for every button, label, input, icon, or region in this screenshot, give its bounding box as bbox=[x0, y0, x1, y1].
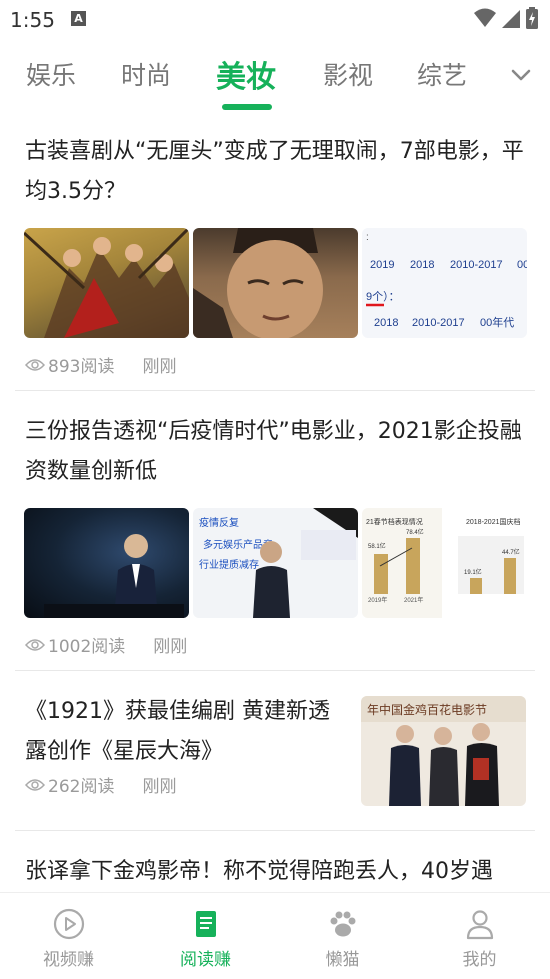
thumbnail-award-ceremony[interactable]: 年中国金鸡百花电影节 bbox=[361, 696, 526, 806]
views-text: 262阅读 bbox=[48, 777, 115, 797]
nav-lazy-cat[interactable]: 懒猫 bbox=[274, 893, 411, 979]
thumb-year-3: 2010-2017 bbox=[450, 259, 503, 271]
thumb-award-banner: 年中国金鸡百花电影节 bbox=[367, 702, 487, 717]
eye-icon bbox=[25, 638, 45, 651]
notification-a-icon: A bbox=[71, 11, 86, 26]
thumb-year-7: 00年代 bbox=[480, 315, 514, 329]
views-count: 1002阅读 bbox=[25, 632, 125, 657]
nav-mine[interactable]: 我的 bbox=[411, 893, 548, 979]
article-title[interactable]: 《1921》获最佳编剧 黄建新透露创作《星辰大海》 bbox=[25, 692, 345, 772]
svg-text::: : bbox=[366, 232, 369, 243]
article-meta: 262阅读 刚刚 bbox=[25, 772, 176, 797]
signal-icon bbox=[502, 10, 520, 28]
tab-beauty[interactable]: 美妆 bbox=[216, 52, 276, 96]
thumbnail-speaker-slide[interactable]: 疫情反复 多元娱乐产品竞 行业提质减存 bbox=[193, 508, 358, 618]
article-thumbnails[interactable]: 疫情反复 多元娱乐产品竞 行业提质减存 21春节档表现情况 58.1亿 78.4… bbox=[24, 508, 527, 618]
nav-label: 视频赚 bbox=[43, 950, 94, 970]
nav-label: 懒猫 bbox=[325, 950, 360, 970]
thumb-slide-line-1: 疫情反复 bbox=[199, 516, 239, 529]
thumb-year-5: 2018 bbox=[374, 317, 398, 329]
thumbnail-box-office-charts[interactable]: 21春节档表现情况 58.1亿 78.4亿 2019年 2021年 2018-2… bbox=[362, 508, 527, 618]
views-count: 262阅读 bbox=[25, 772, 114, 797]
eye-icon bbox=[25, 358, 45, 371]
thumb-slide-line-3: 行业提质减存 bbox=[199, 558, 259, 571]
views-text: 893阅读 bbox=[48, 357, 115, 377]
publish-time: 刚刚 bbox=[153, 637, 188, 657]
thumbnail-year-table[interactable]: : 2019 2018 2010-2017 00 9个）： 2018 2010-… bbox=[362, 228, 527, 338]
wifi-icon bbox=[474, 8, 496, 27]
article-title[interactable]: 古装喜剧从“无厘头”变成了无理取闹，7部电影，平均3.5分？ bbox=[25, 132, 525, 212]
publish-time: 刚刚 bbox=[142, 777, 177, 797]
article-card[interactable]: 《1921》获最佳编剧 黄建新透露创作《星辰大海》 年中国金鸡百花电影节 262… bbox=[0, 690, 550, 830]
thumb-chart1-value-1: 58.1亿 bbox=[368, 542, 386, 550]
thumb-chart1-year-1: 2019年 bbox=[368, 596, 387, 604]
thumb-chart1-value-2: 78.4亿 bbox=[406, 528, 424, 536]
article-meta: 893阅读 刚刚 bbox=[25, 352, 176, 377]
article-feed[interactable]: 古装喜剧从“无厘头”变成了无理取闹，7部电影，平均3.5分？: 2019 20… bbox=[0, 120, 550, 890]
divider bbox=[15, 670, 535, 671]
nav-label: 阅读赚 bbox=[180, 950, 231, 970]
person-icon bbox=[466, 910, 493, 940]
status-bar: 1:55 A bbox=[0, 0, 550, 38]
article-meta: 1002阅读 刚刚 bbox=[25, 632, 187, 657]
thumb-marked-label: 9个）： bbox=[366, 290, 400, 303]
thumb-chart2-value-2: 44.7亿 bbox=[502, 548, 520, 556]
bottom-navigation: 视频赚 阅读赚 懒猫 我的 bbox=[0, 892, 550, 979]
article-card[interactable]: 三份报告透视“后疫情时代”电影业，2021影企投融资数量创新低 疫情反复 多元娱… bbox=[0, 410, 550, 670]
eye-icon bbox=[25, 778, 45, 791]
nav-label: 我的 bbox=[462, 950, 497, 970]
tab-fashion[interactable]: 时尚 bbox=[121, 56, 171, 92]
thumb-year-6: 2010-2017 bbox=[412, 317, 465, 329]
play-circle-icon bbox=[53, 908, 84, 940]
nav-read-earn[interactable]: 阅读赚 bbox=[137, 893, 274, 979]
article-title[interactable]: 张译拿下金鸡影帝！称不觉得陪跑丢人，40岁遇 bbox=[25, 852, 545, 890]
chevron-down-icon[interactable] bbox=[508, 62, 534, 88]
article-title[interactable]: 三份报告透视“后疫情时代”电影业，2021影企投融资数量创新低 bbox=[25, 412, 525, 492]
thumbnail-ancient-costume-group[interactable] bbox=[24, 228, 189, 338]
publish-time: 刚刚 bbox=[142, 357, 177, 377]
article-card[interactable]: 张译拿下金鸡影帝！称不觉得陪跑丢人，40岁遇 bbox=[0, 850, 550, 890]
thumb-chart2-title: 2018-2021国庆档 bbox=[466, 517, 520, 526]
category-tabs: 娱乐 时尚 美妆 影视 综艺 bbox=[0, 44, 550, 114]
thumb-chart2-value-1: 19.1亿 bbox=[464, 568, 482, 576]
thumbnail-actor-closeup[interactable] bbox=[193, 228, 358, 338]
thumb-year-1: 2019 bbox=[370, 259, 394, 271]
tab-entertainment[interactable]: 娱乐 bbox=[26, 56, 76, 92]
thumb-chart1-title: 21春节档表现情况 bbox=[366, 517, 423, 526]
tab-film-tv[interactable]: 影视 bbox=[323, 56, 373, 92]
article-card[interactable]: 古装喜剧从“无厘头”变成了无理取闹，7部电影，平均3.5分？: 2019 20… bbox=[0, 130, 550, 390]
paw-icon bbox=[330, 911, 355, 937]
thumbnail-speaker-dark-stage[interactable] bbox=[24, 508, 189, 618]
thumb-chart1-year-2: 2021年 bbox=[404, 596, 423, 604]
document-icon bbox=[195, 911, 216, 937]
active-tab-indicator bbox=[222, 104, 272, 110]
views-count: 893阅读 bbox=[25, 352, 114, 377]
battery-charging-icon bbox=[526, 7, 538, 29]
status-icons bbox=[474, 7, 538, 29]
divider bbox=[15, 830, 535, 831]
thumb-year-4: 00 bbox=[517, 259, 527, 271]
status-time: 1:55 bbox=[10, 8, 55, 32]
thumb-year-2: 2018 bbox=[410, 259, 434, 271]
divider bbox=[15, 390, 535, 391]
nav-video-earn[interactable]: 视频赚 bbox=[0, 893, 137, 979]
views-text: 1002阅读 bbox=[48, 637, 126, 657]
article-thumbnails[interactable]: : 2019 2018 2010-2017 00 9个）： 2018 2010-… bbox=[24, 228, 527, 338]
tab-variety[interactable]: 综艺 bbox=[417, 56, 467, 92]
